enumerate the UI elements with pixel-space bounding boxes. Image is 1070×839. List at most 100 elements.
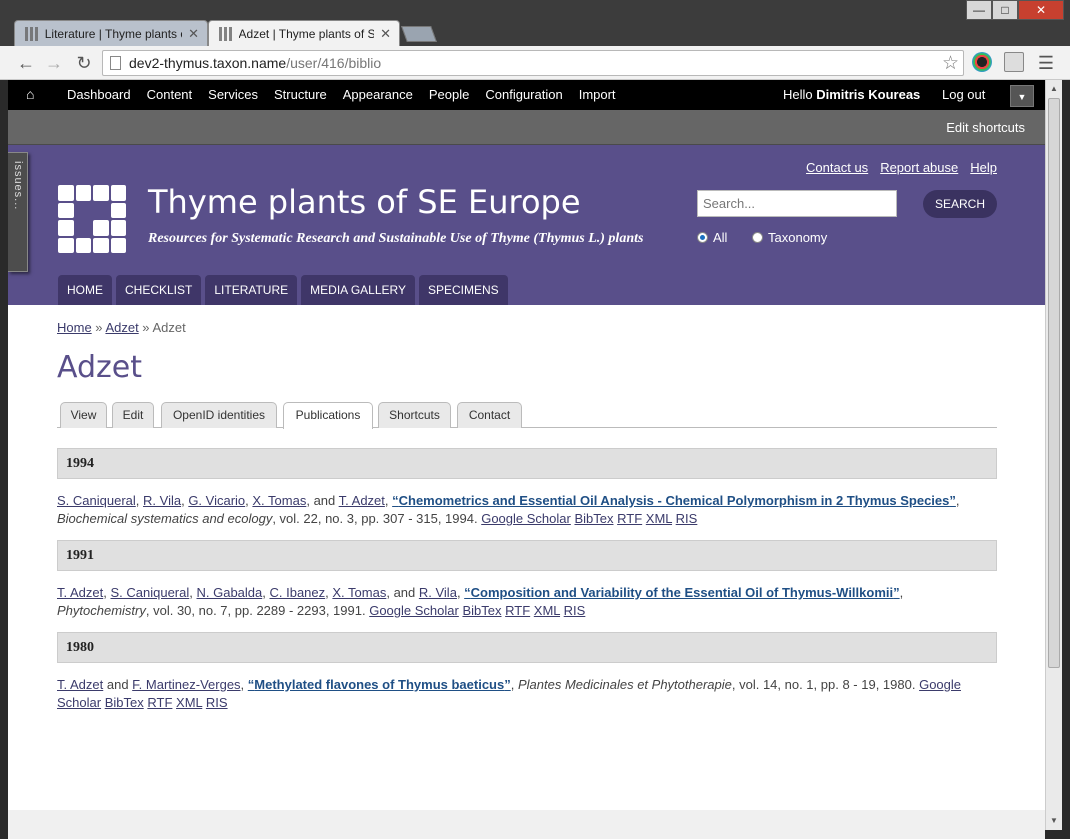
google-scholar-link[interactable]: Google Scholar <box>481 511 571 526</box>
ris-link[interactable]: RIS <box>564 603 586 618</box>
contact-us-link[interactable]: Contact us <box>806 160 868 175</box>
admin-menu-dashboard[interactable]: Dashboard <box>59 80 139 110</box>
nav-home[interactable]: HOME <box>58 275 112 305</box>
rtf-link[interactable]: RTF <box>147 695 172 710</box>
rtf-link[interactable]: RTF <box>617 511 642 526</box>
xml-link[interactable]: XML <box>646 511 672 526</box>
bibtex-link[interactable]: BibTex <box>105 695 144 710</box>
address-bar[interactable]: dev2-thymus.taxon.name/user/416/biblio ☆ <box>102 50 964 76</box>
issues-tab[interactable]: issues... <box>8 152 28 272</box>
author-link[interactable]: S. Caniqueral <box>110 585 189 600</box>
tab-openid[interactable]: OpenID identities <box>161 402 277 428</box>
search-button[interactable]: SEARCH <box>923 190 997 218</box>
tab-edit[interactable]: Edit <box>112 402 154 428</box>
publication-entry: T. Adzet, S. Caniqueral, N. Gabalda, C. … <box>57 585 904 618</box>
tab-close-icon[interactable]: ✕ <box>380 26 391 42</box>
google-scholar-link[interactable]: Google Scholar <box>369 603 459 618</box>
report-abuse-link[interactable]: Report abuse <box>880 160 958 175</box>
browser-tab-adzet[interactable]: Adzet | Thyme plants of SE ✕ <box>208 20 400 46</box>
edit-shortcuts-link[interactable]: Edit shortcuts <box>946 120 1025 135</box>
author-link[interactable]: T. Adzet <box>339 493 385 508</box>
tab-close-icon[interactable]: ✕ <box>188 26 199 42</box>
author-link[interactable]: T. Adzet <box>57 677 103 692</box>
tab-view[interactable]: View <box>60 402 107 428</box>
close-window-button[interactable]: ✕ <box>1018 0 1064 20</box>
extension-ie-icon[interactable] <box>1004 52 1024 72</box>
breadcrumb-adzet[interactable]: Adzet <box>105 320 138 335</box>
site-favicon-icon <box>25 26 39 41</box>
vertical-scrollbar[interactable]: ▲ ▼ <box>1045 80 1062 830</box>
logout-link[interactable]: Log out <box>942 80 985 110</box>
ris-link[interactable]: RIS <box>676 511 698 526</box>
journal-name: Plantes Medicinales et Phytotherapie <box>517 677 732 692</box>
author-link[interactable]: G. Vicario <box>188 493 245 508</box>
user-name[interactable]: Dimitris Koureas <box>816 87 920 102</box>
site-header: issues... Thyme plants of SE Europe Reso… <box>8 145 1045 305</box>
admin-menu-appearance[interactable]: Appearance <box>335 80 421 110</box>
ris-link[interactable]: RIS <box>206 695 228 710</box>
url-path: /user/416/biblio <box>286 55 382 71</box>
home-icon[interactable]: ⌂ <box>26 86 34 102</box>
window-titlebar: — □ ✕ Literature | Thyme plants o ✕ Adze… <box>0 0 1070 46</box>
author-link[interactable]: S. Caniqueral <box>57 493 136 508</box>
help-link[interactable]: Help <box>970 160 997 175</box>
xml-link[interactable]: XML <box>534 603 560 618</box>
site-name[interactable]: Thyme plants of SE Europe <box>148 183 581 221</box>
admin-menu-structure[interactable]: Structure <box>266 80 335 110</box>
maximize-button[interactable]: □ <box>992 0 1018 20</box>
bibtex-link[interactable]: BibTex <box>462 603 501 618</box>
year-heading-1991: 1991 <box>57 540 997 571</box>
minimize-button[interactable]: — <box>966 0 992 20</box>
shortcuts-toggle-icon[interactable]: ▼ <box>1010 85 1034 107</box>
site-logo[interactable] <box>58 185 126 253</box>
admin-menu-people[interactable]: People <box>421 80 477 110</box>
admin-menu-services[interactable]: Services <box>200 80 266 110</box>
author-link[interactable]: N. Gabalda <box>197 585 263 600</box>
nav-specimens[interactable]: SPECIMENS <box>418 275 508 305</box>
publication-title-link[interactable]: “Methylated flavones of Thymus baeticus” <box>248 677 511 692</box>
radio-taxonomy[interactable]: Taxonomy <box>752 230 827 245</box>
author-link[interactable]: R. Vila <box>419 585 457 600</box>
menu-icon[interactable]: ☰ <box>1034 51 1058 75</box>
admin-menu-content[interactable]: Content <box>139 80 201 110</box>
window-controls: — □ ✕ <box>966 0 1064 20</box>
publication-title-link[interactable]: “Composition and Variability of the Esse… <box>464 585 899 600</box>
rtf-link[interactable]: RTF <box>505 603 530 618</box>
nav-checklist[interactable]: CHECKLIST <box>116 275 202 305</box>
author-link[interactable]: R. Vila <box>143 493 181 508</box>
scrollbar-thumb[interactable] <box>1048 98 1060 668</box>
bibtex-link[interactable]: BibTex <box>574 511 613 526</box>
journal-name: Biochemical systematics and ecology <box>57 511 273 526</box>
author-link[interactable]: F. Martinez-Verges <box>132 677 240 692</box>
admin-menu-import[interactable]: Import <box>571 80 624 110</box>
tab-label: Adzet | Thyme plants of SE <box>238 26 375 41</box>
tab-publications[interactable]: Publications <box>283 402 373 429</box>
tab-shortcuts[interactable]: Shortcuts <box>378 402 451 428</box>
bookmark-star-icon[interactable]: ☆ <box>942 52 959 75</box>
author-link[interactable]: T. Adzet <box>57 585 103 600</box>
new-tab-button[interactable] <box>401 26 437 42</box>
publication-title: Methylated flavones of Thymus baeticus <box>254 677 505 692</box>
back-arrow-icon[interactable]: ← <box>14 51 38 75</box>
search-input[interactable]: Search... <box>697 190 897 217</box>
site-favicon-icon <box>219 26 233 41</box>
breadcrumb-home[interactable]: Home <box>57 320 92 335</box>
admin-toolbar: ⌂ Dashboard Content Services Structure A… <box>8 80 1045 110</box>
nav-literature[interactable]: LITERATURE <box>205 275 298 305</box>
reload-icon[interactable]: ↻ <box>72 51 96 75</box>
author-link[interactable]: X. Tomas <box>252 493 306 508</box>
radio-all[interactable]: All <box>697 230 727 245</box>
forward-arrow-icon[interactable]: → <box>42 51 66 75</box>
admin-menu-configuration[interactable]: Configuration <box>477 80 570 110</box>
scroll-down-arrow-icon[interactable]: ▼ <box>1050 816 1058 825</box>
nav-media-gallery[interactable]: MEDIA GALLERY <box>301 275 415 305</box>
breadcrumb-current: Adzet <box>152 320 186 335</box>
tab-contact[interactable]: Contact <box>457 402 522 428</box>
author-link[interactable]: C. Ibanez <box>270 585 326 600</box>
xml-link[interactable]: XML <box>176 695 202 710</box>
scroll-up-arrow-icon[interactable]: ▲ <box>1050 84 1058 93</box>
extension-color-icon[interactable] <box>972 52 992 72</box>
browser-tab-literature[interactable]: Literature | Thyme plants o ✕ <box>14 20 208 46</box>
author-link[interactable]: X. Tomas <box>332 585 386 600</box>
publication-title-link[interactable]: “Chemometrics and Essential Oil Analysis… <box>392 493 956 508</box>
